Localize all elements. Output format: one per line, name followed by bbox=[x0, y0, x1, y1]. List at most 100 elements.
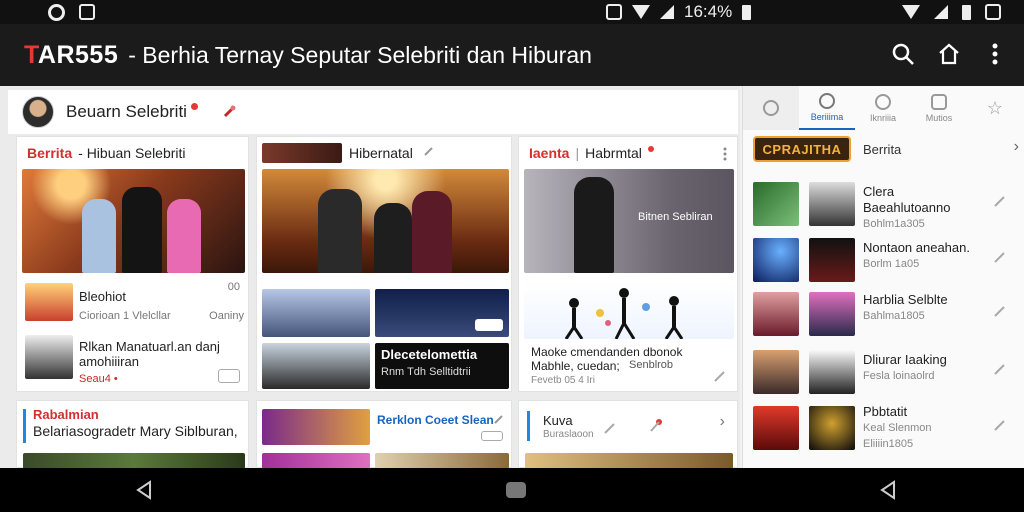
image-caption: Bitnen Sebliran bbox=[638, 211, 713, 223]
thumbnail[interactable] bbox=[375, 453, 509, 469]
item-title: Nontaon aneahan. bbox=[863, 240, 970, 255]
news-image[interactable] bbox=[23, 453, 245, 469]
home-button[interactable] bbox=[936, 40, 962, 68]
chevron-right-icon[interactable]: › bbox=[720, 413, 725, 431]
item-title: Clera Baeahlutoanno bbox=[863, 184, 951, 215]
accent-bar bbox=[23, 409, 26, 443]
share-icon[interactable] bbox=[218, 369, 240, 383]
tab-hiburan[interactable]: Iknriiia bbox=[855, 86, 911, 130]
card-meta: Buraslaoon bbox=[543, 429, 594, 440]
thumbnail[interactable] bbox=[262, 289, 370, 337]
overflow-menu-button[interactable] bbox=[982, 40, 1008, 68]
thumbnail[interactable] bbox=[375, 289, 509, 337]
list-item[interactable]: Bleohiot Ciorioan 1 Vlelcllar Oaniny 00 bbox=[79, 281, 244, 322]
promo-tile[interactable]: Dlecetelomettia Rnm Tdh Selltidtrii bbox=[375, 343, 509, 389]
thumbnail bbox=[809, 350, 855, 394]
pin-icon[interactable] bbox=[603, 421, 617, 435]
search-button[interactable] bbox=[890, 40, 916, 68]
notification-icon bbox=[985, 4, 1001, 20]
brand-logo[interactable]: TAR555 bbox=[24, 41, 118, 70]
edit-icon[interactable] bbox=[713, 369, 727, 383]
news-image[interactable] bbox=[524, 283, 734, 339]
list-item[interactable]: Harblia Selblte Bahlma1805 bbox=[753, 290, 1021, 338]
card-title: Kuva bbox=[543, 413, 573, 428]
edit-icon[interactable] bbox=[993, 304, 1007, 318]
home-pill-icon bbox=[506, 482, 526, 498]
back-button[interactable] bbox=[876, 478, 900, 502]
channel-logo: CPRAJITHA bbox=[753, 136, 851, 162]
list-item[interactable]: Dliurar Iaaking Fesla loinaolrd bbox=[753, 348, 1021, 396]
promo-subtitle: Rnm Tdh Selltidtrii bbox=[381, 366, 471, 378]
item-meta: Keal Slenmon bbox=[863, 422, 932, 434]
news-card[interactable]: Rabalmian Belariasogradetr Mary Siblbura… bbox=[16, 400, 249, 469]
battery-icon bbox=[962, 4, 971, 20]
item-meta: Seau4 • bbox=[79, 373, 118, 385]
tab-berita[interactable]: Beriiima bbox=[799, 86, 855, 130]
thumbnail[interactable] bbox=[262, 409, 370, 445]
back-icon bbox=[136, 480, 151, 500]
news-card[interactable]: Hibernatal Dlecetelomettia Rnm Tdh Sellt… bbox=[256, 136, 512, 392]
notification-dot bbox=[647, 146, 654, 152]
sidebar: Beriiima Iknriiia Mutios ☆ CPRAJITHA Ber… bbox=[742, 86, 1024, 468]
list-item[interactable]: Nontaon aneahan. Borlm 1a05 bbox=[753, 236, 1021, 284]
tab-search[interactable] bbox=[743, 86, 799, 130]
edit-icon[interactable] bbox=[993, 250, 1007, 264]
back-button[interactable] bbox=[132, 478, 156, 502]
edit-icon[interactable] bbox=[993, 418, 1007, 432]
wifi-icon bbox=[632, 5, 650, 19]
edit-icon[interactable] bbox=[993, 362, 1007, 376]
news-card[interactable]: Kuva Buraslaoon › bbox=[518, 400, 738, 469]
signal-icon bbox=[934, 5, 948, 19]
thumbnail bbox=[753, 406, 799, 450]
thumbnail[interactable] bbox=[262, 343, 370, 389]
thumbnail[interactable] bbox=[262, 143, 342, 163]
tab-musik[interactable]: Mutios bbox=[911, 86, 967, 130]
list-item[interactable]: Pbbtatit Keal Slenmon Eliiiin1805 bbox=[753, 404, 1021, 452]
sidebar-header-label: Berrita bbox=[863, 141, 902, 157]
item-meta: Fesla loinaolrd bbox=[863, 370, 935, 382]
battery-icon bbox=[742, 4, 752, 20]
thumbnail bbox=[809, 292, 855, 336]
accent-bar bbox=[527, 411, 530, 441]
item-meta: Borlm 1a05 bbox=[863, 258, 920, 270]
card-title: Rerklon Coeet Slean bbox=[377, 413, 494, 427]
share-icon[interactable] bbox=[481, 431, 503, 441]
item-count: 00 bbox=[227, 281, 240, 293]
edit-icon[interactable] bbox=[993, 194, 1007, 208]
edit-icon[interactable] bbox=[423, 145, 435, 157]
search-icon bbox=[892, 43, 914, 65]
tab-label: Beriiima bbox=[810, 111, 844, 122]
avatar[interactable] bbox=[22, 96, 54, 128]
news-image[interactable] bbox=[22, 169, 245, 273]
signal-icon bbox=[660, 5, 674, 19]
news-image[interactable] bbox=[262, 169, 509, 273]
star-icon: ☆ bbox=[986, 97, 1004, 118]
news-card[interactable]: Rerklon Coeet Slean bbox=[256, 400, 512, 469]
chevron-right-icon: › bbox=[1013, 138, 1019, 155]
notification-dot bbox=[190, 102, 198, 110]
tab-favorites[interactable]: ☆ bbox=[967, 86, 1023, 130]
news-card[interactable]: Berrita - Hibuan Selebriti Bleohiot Ciori… bbox=[16, 136, 249, 392]
main-feed: Beuarn Selebriti Berrita - Hibuan Selebri… bbox=[0, 86, 740, 469]
page-title: - Berhia Ternay Seputar Selebriti dan Hi… bbox=[128, 42, 592, 68]
item-extra: Oaniny bbox=[209, 310, 244, 322]
news-card[interactable]: Iaenta | Habrmtal Bitnen Sebliran Maoke cm… bbox=[518, 136, 738, 392]
news-image[interactable]: Bitnen Sebliran bbox=[524, 169, 734, 273]
pin-icon[interactable] bbox=[222, 105, 236, 119]
list-item[interactable]: Rlkan Manatuarl.an danj amohiiiran Seau4… bbox=[79, 339, 229, 385]
thumbnail bbox=[809, 238, 855, 282]
card-headline: Maoke cmendanden dbonok Mabhle, cuedan; bbox=[531, 345, 683, 373]
search-icon bbox=[763, 100, 779, 116]
sidebar-tabs: Beriiima Iknriiia Mutios ☆ bbox=[743, 86, 1024, 130]
more-vert-icon[interactable] bbox=[723, 147, 727, 161]
thumbnail[interactable] bbox=[25, 335, 73, 379]
news-image[interactable] bbox=[525, 453, 733, 469]
list-item[interactable]: Clera Baeahlutoanno Bohlm1a305 bbox=[753, 180, 1021, 230]
home-nav-button[interactable] bbox=[504, 478, 528, 502]
thumbnail[interactable] bbox=[25, 283, 73, 321]
edit-icon[interactable] bbox=[493, 413, 505, 425]
pin-icon[interactable] bbox=[649, 417, 665, 433]
thumbnail[interactable] bbox=[262, 453, 370, 469]
sidebar-header[interactable]: CPRAJITHA Berrita › bbox=[753, 136, 1021, 162]
item-meta: Eliiiin1805 bbox=[863, 438, 914, 450]
